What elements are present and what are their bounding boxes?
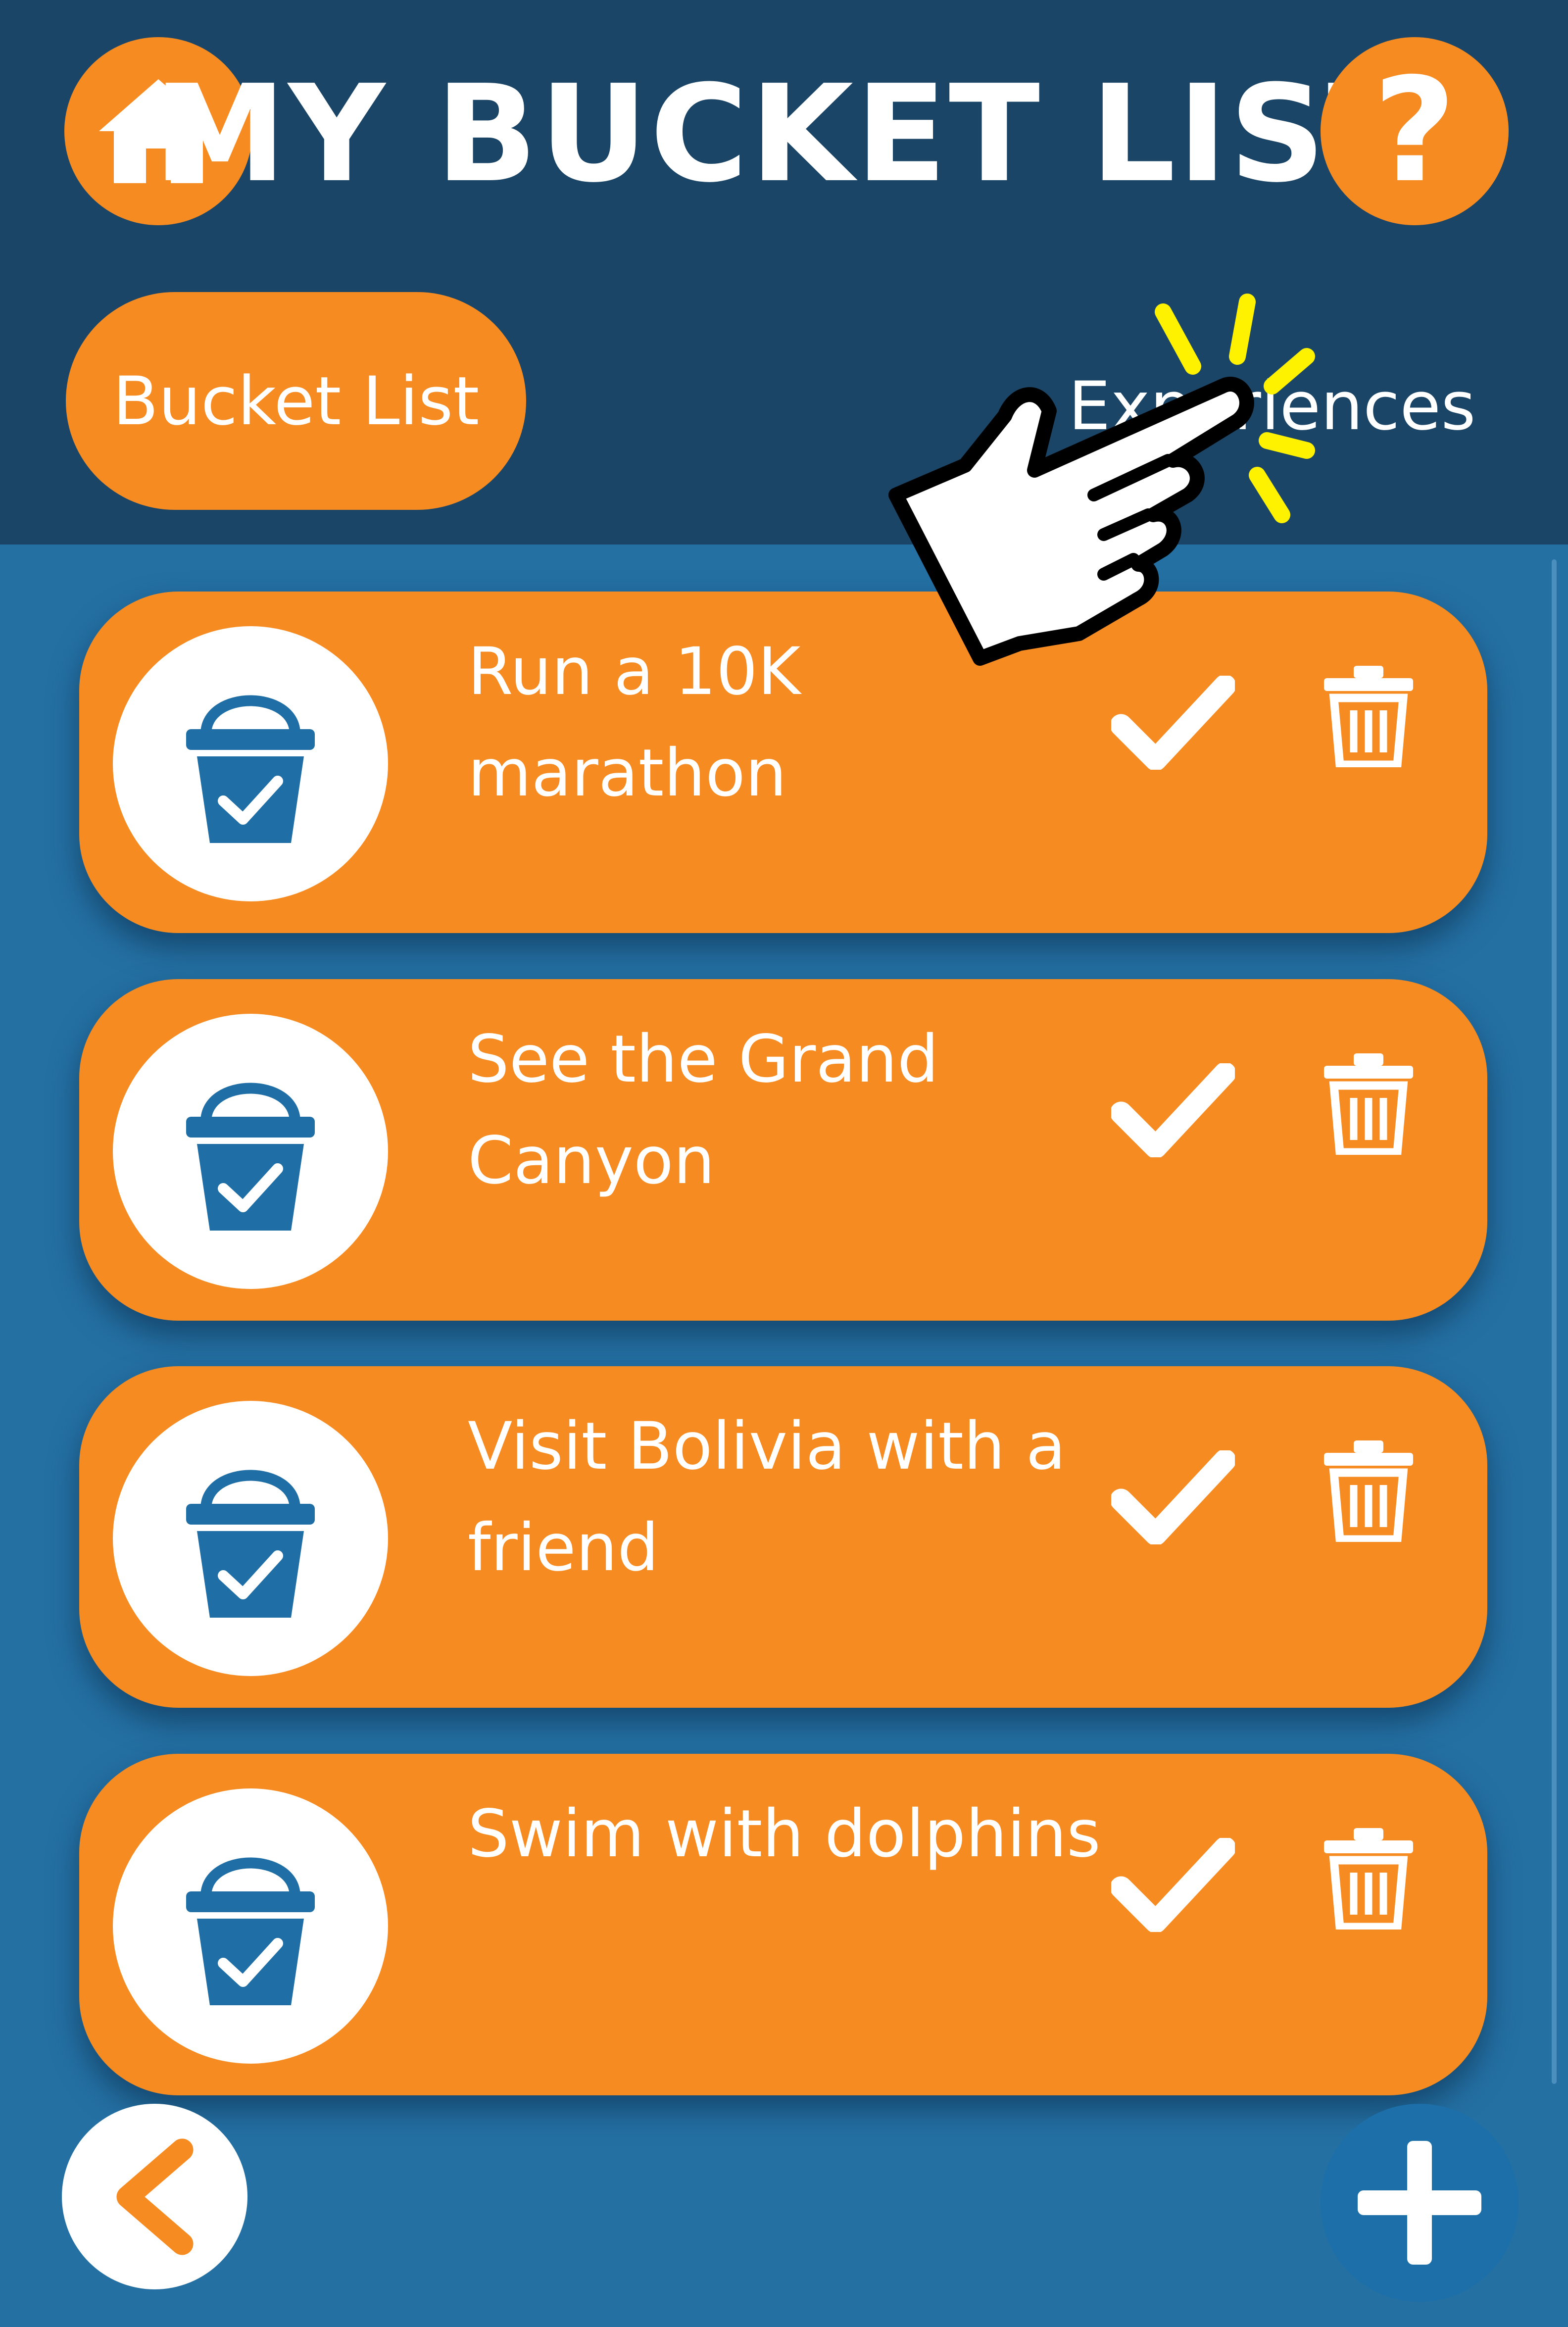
bucket-avatar (113, 626, 388, 901)
bucket-check-icon (186, 1083, 315, 1231)
bucket-check-icon (186, 1470, 315, 1618)
plus-icon (1358, 2141, 1481, 2265)
trash-icon (1324, 1440, 1413, 1542)
delete-button[interactable] (1307, 1426, 1430, 1554)
trash-icon (1324, 1053, 1413, 1155)
trash-icon (1324, 1828, 1413, 1930)
delete-button[interactable] (1307, 1813, 1430, 1942)
bucket-item-text: See the Grand Canyon (468, 1021, 939, 1199)
hand-pointer-icon (888, 294, 1315, 666)
question-mark-icon: ? (1372, 48, 1457, 214)
add-item-button[interactable] (1321, 2104, 1519, 2302)
bucket-item-text: Visit Bolivia with a friend (468, 1408, 1066, 1586)
bucket-list-item[interactable]: Visit Bolivia with a friend (79, 1366, 1487, 1708)
delete-button[interactable] (1307, 1039, 1430, 1167)
complete-button[interactable] (1101, 1039, 1245, 1182)
back-button[interactable] (62, 2104, 247, 2289)
bucket-avatar (113, 1014, 388, 1289)
checkmark-icon (1111, 1450, 1235, 1544)
bucket-avatar (113, 1401, 388, 1676)
bucket-check-icon (186, 695, 315, 843)
bucket-item-text: Swim with dolphins (468, 1796, 1101, 1872)
checkmark-icon (1111, 1838, 1235, 1932)
bucket-check-icon (186, 1857, 315, 2005)
chevron-left-icon (116, 2138, 193, 2255)
bucket-list-item[interactable]: Swim with dolphins (79, 1754, 1487, 2095)
bucket-list-item[interactable]: See the Grand Canyon (79, 979, 1487, 1321)
complete-button[interactable] (1101, 1813, 1245, 1957)
complete-button[interactable] (1101, 1426, 1245, 1569)
tab-bucket-list[interactable]: Bucket List (66, 292, 526, 510)
bucket-avatar (113, 1788, 388, 2064)
checkmark-icon (1111, 1063, 1235, 1157)
app-title: MY BUCKET LIST (153, 55, 1421, 212)
help-button[interactable]: ? (1321, 37, 1509, 225)
list-scrollbar[interactable] (1552, 559, 1557, 2084)
